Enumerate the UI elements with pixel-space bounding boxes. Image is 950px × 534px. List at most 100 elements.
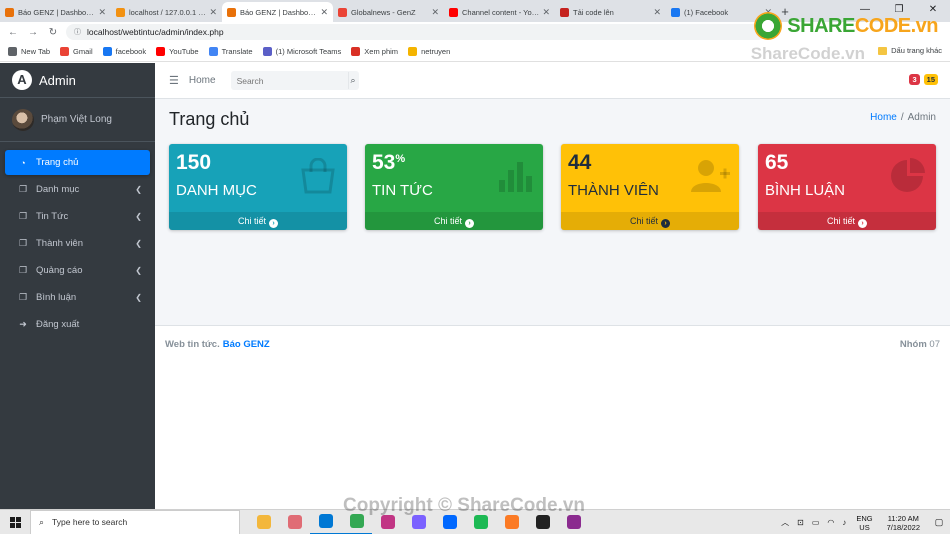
bookmark-item[interactable]: netruyen	[408, 47, 450, 56]
user-panel[interactable]: Phạm Việt Long	[0, 98, 155, 142]
camera-icon[interactable]: ⊡	[797, 518, 804, 527]
search-icon[interactable]: ⌕	[347, 72, 358, 89]
browser-tab[interactable]: localhost / 127.0.0.1 / ... ✕	[111, 2, 222, 22]
footer-text: Web tin tức.	[165, 338, 220, 350]
tachometer-icon: ◔	[20, 157, 26, 168]
notifications-badge[interactable]: 15	[923, 74, 938, 85]
sharecode-watermark-logo: SHARECODE.vn	[754, 12, 939, 40]
chevron-left-icon: ❮	[135, 185, 142, 194]
box-value: 150	[176, 151, 212, 174]
close-tab-icon[interactable]: ✕	[653, 7, 661, 18]
snipping-tool-icon[interactable]	[279, 510, 310, 534]
info-icon[interactable]: ⓘ	[74, 27, 81, 37]
browser-tab[interactable]: Globalnews - GenZ ✕	[333, 2, 444, 22]
copy-icon: ❐	[18, 292, 28, 302]
box-more-info-link[interactable]: Chi tiết ›	[561, 212, 739, 230]
box-value: 65	[765, 151, 789, 174]
close-tab-icon[interactable]: ✕	[209, 7, 217, 18]
chevron-left-icon: ❮	[135, 293, 142, 302]
copy-icon: ❐	[18, 265, 28, 275]
sidebar-item[interactable]: ❐ Thành viên ❮	[5, 231, 150, 256]
close-tab-icon[interactable]: ✕	[542, 7, 550, 18]
small-box-news: 53% TIN TỨC Chi tiết ›	[365, 144, 543, 230]
search-icon: ⌕	[39, 516, 45, 527]
arrow-circle-right-icon: ›	[661, 219, 670, 228]
battery-icon[interactable]: ▭	[812, 518, 820, 527]
chevron-left-icon: ❮	[135, 266, 142, 275]
sign-out-icon: ➜	[19, 319, 27, 329]
brand[interactable]: A Admin	[0, 63, 155, 98]
footer-brand-link[interactable]: Báo GENZ	[223, 339, 270, 350]
bookmark-favicon-icon	[8, 47, 17, 56]
main-footer: Web tin tức. Báo GENZ Nhóm 07	[155, 325, 950, 362]
bookmark-favicon-icon	[156, 47, 166, 56]
copy-icon: ❐	[18, 211, 28, 221]
url-field[interactable]: ⓘ localhost/webtintuc/admin/index.php	[66, 24, 766, 40]
close-tab-icon[interactable]: ✕	[98, 7, 106, 18]
bookmark-item[interactable]: (1) Microsoft Teams	[262, 47, 341, 56]
admin-sidebar: A Admin Phạm Việt Long ◔ Trang chủ ❐ Danh m…	[0, 63, 155, 509]
sidebar-item[interactable]: ❐ Danh mục ❮	[5, 177, 150, 202]
browser-tab[interactable]: Báo GENZ | Dashboard ✕	[0, 2, 111, 22]
browser-tab[interactable]: Channel content - YouTube✕	[444, 2, 555, 22]
navbar-notifications: 3 15	[905, 74, 938, 85]
box-label: TIN TỨC	[372, 182, 433, 199]
chevron-left-icon: ❮	[135, 212, 142, 221]
forward-icon[interactable]: →	[26, 27, 40, 38]
wifi-icon[interactable]: ◠	[827, 518, 834, 527]
bookmark-item[interactable]: YouTube	[156, 47, 199, 56]
breadcrumb-home[interactable]: Home	[870, 112, 897, 123]
bookmark-favicon-icon	[408, 47, 418, 56]
other-bookmarks[interactable]: Dấu trang khác	[878, 46, 942, 55]
vscode-icon[interactable]	[310, 510, 341, 534]
reload-icon[interactable]: ↻	[46, 27, 60, 38]
messages-badge[interactable]: 3	[909, 74, 920, 85]
sidebar-item[interactable]: ◔ Trang chủ	[5, 150, 150, 175]
sidebar-item[interactable]: ❐ Tin Tức ❮	[5, 204, 150, 229]
box-more-info-link[interactable]: Chi tiết ›	[758, 212, 936, 230]
sharecode-watermark-text: ShareCode.vn	[750, 44, 865, 63]
bookmark-favicon-icon	[60, 47, 70, 56]
sharecode-logo-icon	[754, 12, 783, 40]
breadcrumb-current: Admin	[907, 112, 936, 123]
menu-toggle-icon[interactable]: ☰	[169, 74, 179, 87]
bookmark-item[interactable]: facebook	[102, 47, 146, 56]
copy-icon: ❐	[18, 238, 28, 248]
clock[interactable]: 11:20 AM 7/18/2022	[887, 514, 920, 532]
taskbar-search[interactable]: ⌕ Type here to search	[30, 509, 240, 534]
back-icon[interactable]: ←	[6, 27, 20, 38]
close-tab-icon[interactable]: ✕	[320, 7, 328, 18]
close-tab-icon[interactable]: ✕	[431, 7, 439, 18]
brand-text: Admin	[39, 72, 76, 88]
box-value: 44	[568, 151, 592, 174]
box-label: DANH MỤC	[176, 182, 257, 199]
browser-tab[interactable]: Báo GENZ | Dashboard ✕	[222, 2, 333, 22]
bookmark-item[interactable]: Translate	[208, 47, 253, 56]
notification-icon[interactable]: ▢	[928, 517, 950, 528]
folder-icon	[878, 46, 888, 55]
start-button[interactable]	[0, 510, 30, 534]
chevron-left-icon: ❮	[135, 239, 142, 248]
search-input[interactable]	[231, 72, 348, 89]
box-more-info-link[interactable]: Chi tiết ›	[365, 212, 543, 230]
sidebar-item[interactable]: ➜ Đăng xuất	[5, 312, 150, 337]
volume-icon[interactable]: ♪	[842, 518, 846, 527]
browser-tab[interactable]: Tải code lên ✕	[555, 2, 666, 22]
bookmark-favicon-icon	[102, 47, 112, 56]
brand-logo-icon: A	[12, 70, 32, 90]
file-explorer-icon[interactable]	[248, 510, 279, 534]
navbar-search: ⌕	[230, 71, 359, 90]
sidebar-item[interactable]: ❐ Bình luận ❮	[5, 285, 150, 310]
sidebar-item[interactable]: ❐ Quảng cáo ❮	[5, 258, 150, 283]
nav-home-link[interactable]: Home	[189, 75, 216, 86]
main-header: ☰ Home ⌕ 3 15	[155, 63, 950, 99]
chevron-up-icon[interactable]: ︿	[781, 517, 789, 528]
language-indicator[interactable]: ENG US	[856, 514, 872, 532]
bookmark-item[interactable]: Xem phim	[351, 47, 398, 56]
bookmark-item[interactable]: Gmail	[60, 47, 93, 56]
copyright-watermark: Copyright © ShareCode.vn	[343, 495, 586, 516]
copy-icon: ❐	[18, 184, 28, 194]
favicon-icon	[5, 7, 14, 17]
bookmark-item[interactable]: New Tab	[8, 47, 50, 56]
box-more-info-link[interactable]: Chi tiết ›	[169, 212, 347, 230]
